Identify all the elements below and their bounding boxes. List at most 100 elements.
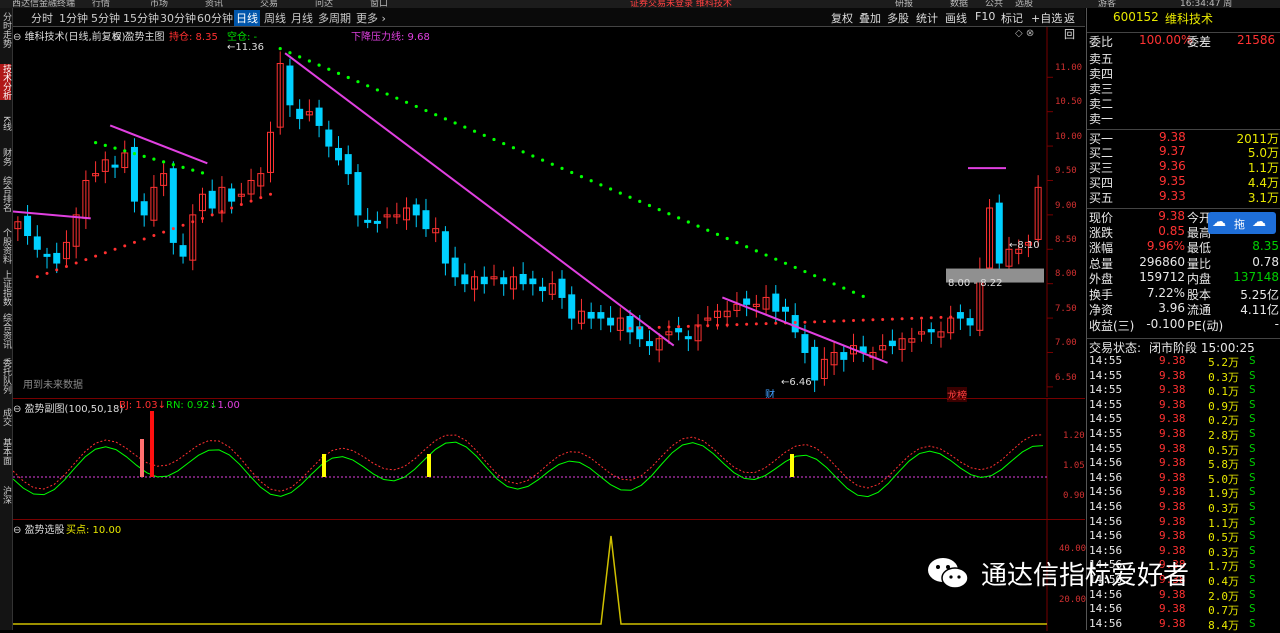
menu-trade[interactable]: 交易	[260, 0, 278, 8]
buy-level-row[interactable]: 买一 9.38 2011万	[1087, 129, 1280, 146]
left-tab-11[interactable]: 基本面	[0, 438, 11, 465]
buy-level-row[interactable]: 买五 9.33 3.1万	[1087, 189, 1280, 205]
tick-time: 14:55	[1089, 441, 1123, 455]
overlay-button[interactable]: 叠加	[859, 10, 881, 26]
trail-dot	[910, 316, 914, 320]
period-tab-weekly[interactable]: 周线	[264, 10, 286, 26]
indicator-settings-icon[interactable]: ⊖	[113, 32, 125, 43]
left-tab-8[interactable]: 综合资讯	[0, 313, 11, 349]
buy-level-row[interactable]: 买四 9.35 4.4万	[1087, 174, 1280, 190]
candle-body	[140, 201, 148, 216]
buy-level-row[interactable]: 买二 9.37 5.0万	[1087, 144, 1280, 160]
left-tab-6[interactable]: 个股资料	[0, 228, 11, 264]
support-dot	[657, 208, 661, 212]
kline-chart-svg[interactable]	[13, 27, 1085, 397]
period-tab-multi[interactable]: 多周期	[318, 10, 351, 26]
main-ytick: 7.50	[1055, 303, 1077, 314]
menu-app-name[interactable]: 西达信金融终端	[12, 0, 75, 8]
left-tab-10[interactable]: 成交	[0, 408, 11, 426]
quote-label: 涨幅	[1089, 241, 1114, 255]
trail-dot	[686, 324, 690, 328]
panel-arrow-icons[interactable]: ◇ ⊗	[1015, 28, 1034, 39]
menu-stock-pick[interactable]: 选股	[1015, 0, 1033, 8]
support-dot	[754, 249, 758, 253]
draw-line-button[interactable]: 画线	[945, 10, 967, 26]
left-tab-1[interactable]: 分时走势	[0, 12, 11, 48]
menu-guest[interactable]: 游客	[1098, 0, 1116, 8]
candle-body	[956, 312, 964, 319]
menu-public[interactable]: 公共	[985, 0, 1003, 8]
buy-level-row[interactable]: 买三 9.36 1.1万	[1087, 159, 1280, 175]
quote-row: 收益(三) -0.100 PE(动) -	[1087, 317, 1280, 333]
left-tab-4[interactable]: 财务	[0, 148, 11, 166]
period-tab-1min[interactable]: 1分钟	[59, 10, 88, 26]
mark-button[interactable]: 标记	[1001, 10, 1023, 26]
support-dot	[540, 158, 545, 162]
left-tab-3[interactable]: K线	[0, 116, 11, 131]
quote-row: 净资 3.96 流通 4.11亿	[1087, 301, 1280, 317]
menu-research[interactable]: 研报	[895, 0, 913, 8]
period-tab-5min[interactable]: 5分钟	[91, 10, 120, 26]
support-dot	[608, 187, 613, 191]
left-tab-5[interactable]: 综合排名	[0, 176, 11, 212]
candle-body	[43, 253, 51, 257]
left-tab-12[interactable]: 沪深	[0, 486, 11, 504]
left-tab-2[interactable]: 技术分析	[0, 64, 11, 100]
support-dot	[667, 212, 671, 216]
sell-level-row[interactable]: 卖四	[1087, 65, 1280, 81]
support-dot	[482, 133, 486, 137]
period-tab-more[interactable]: 更多 ›	[356, 10, 386, 26]
collapse-icon[interactable]: ⊖	[13, 32, 25, 43]
tick-price: 9.38	[1159, 397, 1186, 411]
menu-data[interactable]: 数据	[950, 0, 968, 8]
menu-ask[interactable]: 问达	[315, 0, 333, 8]
period-tab-15min[interactable]: 15分钟	[123, 10, 159, 26]
left-tab-9[interactable]: 委托队列	[0, 358, 11, 394]
tick-time: 14:56	[1089, 602, 1123, 616]
trail-dot	[152, 234, 156, 238]
tick-price: 9.38	[1159, 354, 1186, 367]
candle-body	[441, 231, 449, 264]
support-dot	[822, 278, 826, 282]
tick-time: 14:55	[1089, 427, 1123, 440]
sell-level-row[interactable]: 卖五	[1087, 50, 1280, 66]
menu-quotes[interactable]: 行情	[92, 0, 110, 8]
trail-dot	[813, 320, 817, 324]
trail-dot	[191, 220, 195, 224]
support-dot	[317, 63, 321, 67]
trail-dot	[94, 254, 98, 258]
left-tab-7[interactable]: 上证指数	[0, 270, 11, 306]
menu-news[interactable]: 资讯	[205, 0, 223, 8]
tick-volume: 0.1万	[1208, 385, 1239, 399]
multi-stock-button[interactable]: 多股	[887, 10, 909, 26]
support-dot	[346, 75, 350, 80]
period-tab-minute[interactable]: 分时	[31, 10, 53, 26]
add-watchlist-button[interactable]: +自选	[1031, 10, 1062, 26]
sell-level-row[interactable]: 卖一	[1087, 110, 1280, 126]
pick-collapse-icon[interactable]: ⊖	[13, 525, 25, 536]
tick-side: S	[1249, 412, 1256, 426]
trail-dot	[939, 315, 943, 319]
floating-cloud-widget[interactable]: ☁ 拖 ☁	[1208, 212, 1276, 234]
quote-label: 股本	[1187, 287, 1212, 302]
period-tab-30min[interactable]: 30分钟	[160, 10, 196, 26]
trail-dot	[881, 317, 885, 321]
quote-label: 总量	[1089, 256, 1114, 271]
period-tab-60min[interactable]: 60分钟	[197, 10, 233, 26]
menu-window[interactable]: 窗口	[370, 0, 388, 8]
restore-rights-button[interactable]: 复权	[831, 10, 853, 26]
sub-chart-svg[interactable]	[13, 399, 1085, 519]
f10-button[interactable]: F10	[975, 10, 995, 23]
menu-market[interactable]: 市场	[150, 0, 168, 8]
sub-collapse-icon[interactable]: ⊖	[13, 404, 25, 415]
statistics-button[interactable]: 统计	[916, 10, 938, 26]
period-tab-monthly[interactable]: 月线	[291, 10, 313, 26]
quote-panel: 600152 维科技术 委比 100.00% 委差 21586 卖五 卖四 卖三…	[1086, 8, 1280, 632]
sell-level-row[interactable]: 卖二	[1087, 95, 1280, 111]
sell-level-row[interactable]: 卖三	[1087, 80, 1280, 96]
period-tab-daily[interactable]: 日线	[234, 10, 260, 26]
tick-side: S	[1249, 368, 1256, 382]
support-dot	[424, 108, 428, 113]
quote-label: 最低	[1187, 241, 1212, 255]
support-dot	[93, 141, 98, 145]
